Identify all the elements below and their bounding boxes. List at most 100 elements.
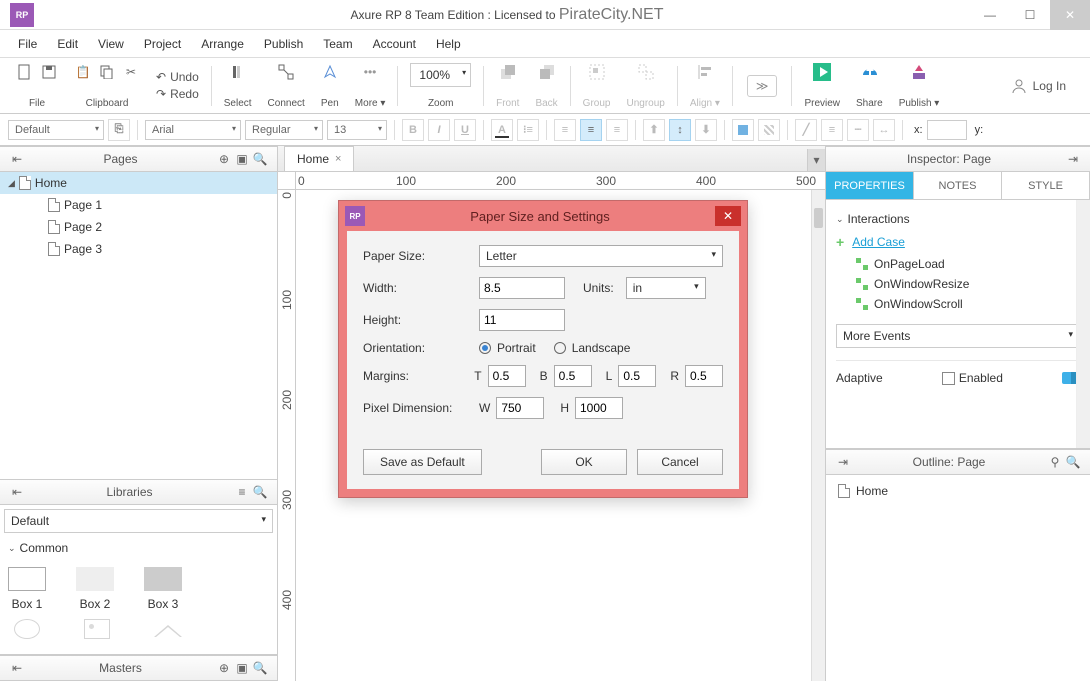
units-select[interactable]: in <box>626 277 706 299</box>
menu-project[interactable]: Project <box>136 33 189 55</box>
menu-account[interactable]: Account <box>365 33 424 55</box>
add-case-button[interactable]: +Add Case <box>836 230 1080 254</box>
close-button[interactable]: ✕ <box>1050 0 1090 30</box>
line-width-button[interactable]: ≡ <box>821 119 843 141</box>
login-button[interactable]: Log In <box>995 78 1082 94</box>
redo-button[interactable]: ↷Redo <box>156 87 199 101</box>
pen-tool-icon[interactable] <box>321 63 339 81</box>
canvas-vscrollbar[interactable] <box>811 190 825 681</box>
text-color-button[interactable]: A <box>491 119 513 141</box>
menu-view[interactable]: View <box>90 33 132 55</box>
right-collapse-icon[interactable]: ⇥ <box>1064 150 1082 168</box>
connect-tool-icon[interactable] <box>277 63 295 81</box>
cut-icon[interactable]: ✂ <box>122 63 140 81</box>
search-pages-icon[interactable]: 🔍 <box>251 150 269 168</box>
zoom-select[interactable]: 100% <box>410 63 471 87</box>
dialog-close-button[interactable]: ✕ <box>715 206 741 226</box>
event-onwindowresize[interactable]: OnWindowResize <box>836 274 1080 294</box>
paper-size-select[interactable]: Letter <box>479 245 723 267</box>
arrow-button[interactable]: ↔ <box>873 119 895 141</box>
copy-icon[interactable] <box>98 63 116 81</box>
add-master-folder-icon[interactable]: ▣ <box>233 659 251 677</box>
group-icon[interactable] <box>588 63 606 81</box>
opacity-button[interactable] <box>758 119 780 141</box>
height-input[interactable] <box>479 309 565 331</box>
align-left-button[interactable]: ≡ <box>554 119 576 141</box>
font-select[interactable]: Arial <box>145 120 241 140</box>
ungroup-icon[interactable] <box>637 63 655 81</box>
size-select[interactable]: 13 <box>327 120 387 140</box>
tab-notes[interactable]: NOTES <box>914 172 1002 199</box>
menu-publish[interactable]: Publish <box>256 33 311 55</box>
tree-item-home[interactable]: ◢ Home <box>0 172 277 194</box>
margin-l-input[interactable] <box>618 365 656 387</box>
search-masters-icon[interactable]: 🔍 <box>251 659 269 677</box>
menu-edit[interactable]: Edit <box>49 33 86 55</box>
preview-icon[interactable] <box>813 63 831 81</box>
lib-item-box2[interactable]: Box 2 <box>76 567 114 611</box>
share-icon[interactable] <box>860 63 878 81</box>
tab-home[interactable]: Home × <box>284 146 354 171</box>
ok-button[interactable]: OK <box>541 449 627 475</box>
pixel-w-input[interactable] <box>496 397 544 419</box>
toolbar-overflow-button[interactable]: ≫ <box>747 75 778 97</box>
width-input[interactable] <box>479 277 565 299</box>
enabled-checkbox[interactable] <box>942 372 955 385</box>
margin-t-input[interactable] <box>488 365 526 387</box>
align-center-button[interactable]: ≡ <box>580 119 602 141</box>
menu-file[interactable]: File <box>10 33 45 55</box>
lib-item-box3[interactable]: Box 3 <box>144 567 182 611</box>
minimize-button[interactable]: — <box>970 0 1010 30</box>
tab-properties[interactable]: PROPERTIES <box>826 172 914 199</box>
search-libraries-icon[interactable]: 🔍 <box>251 483 269 501</box>
valign-bottom-button[interactable]: ⬇ <box>695 119 717 141</box>
lib-item-ellipse[interactable] <box>14 619 40 639</box>
front-icon[interactable] <box>499 63 517 81</box>
filter-outline-icon[interactable]: ⚲ <box>1046 453 1064 471</box>
right-collapse-icon[interactable]: ⇥ <box>834 453 852 471</box>
additional-text-button[interactable]: ⁝≡ <box>517 119 539 141</box>
menu-team[interactable]: Team <box>315 33 360 55</box>
select-tool-icon[interactable] <box>229 63 247 81</box>
left-collapse-icon[interactable]: ⇤ <box>8 659 26 677</box>
valign-top-button[interactable]: ⬆ <box>643 119 665 141</box>
library-select[interactable]: Default <box>4 509 273 533</box>
tree-item-page3[interactable]: Page 3 <box>0 238 277 260</box>
undo-button[interactable]: ↶Undo <box>156 70 199 84</box>
event-onpageload[interactable]: OnPageLoad <box>836 254 1080 274</box>
save-default-button[interactable]: Save as Default <box>363 449 482 475</box>
menu-help[interactable]: Help <box>428 33 469 55</box>
valign-middle-button[interactable]: ↕ <box>669 119 691 141</box>
margin-r-input[interactable] <box>685 365 723 387</box>
tree-item-page1[interactable]: Page 1 <box>0 194 277 216</box>
line-style-button[interactable]: ┄ <box>847 119 869 141</box>
style-select[interactable]: Default <box>8 120 104 140</box>
library-menu-icon[interactable]: ≡ <box>233 483 251 501</box>
weight-select[interactable]: Regular <box>245 120 323 140</box>
pixel-h-input[interactable] <box>575 397 623 419</box>
tab-dropdown-icon[interactable]: ▾ <box>807 149 825 171</box>
tab-style[interactable]: STYLE <box>1002 172 1090 199</box>
align-right-button[interactable]: ≡ <box>606 119 628 141</box>
line-tool-button[interactable]: ╱ <box>795 119 817 141</box>
fill-color-button[interactable] <box>732 119 754 141</box>
interactions-section[interactable]: ⌄Interactions <box>836 208 1080 230</box>
lib-item-placeholder[interactable] <box>154 619 182 637</box>
search-outline-icon[interactable]: 🔍 <box>1064 453 1082 471</box>
underline-button[interactable]: U <box>454 119 476 141</box>
lib-item-box1[interactable]: Box 1 <box>8 567 46 611</box>
style-paint-icon[interactable]: ⎘ <box>108 119 130 141</box>
new-file-icon[interactable] <box>16 63 34 81</box>
more-events-select[interactable]: More Events <box>836 324 1080 348</box>
outline-item-home[interactable]: Home <box>832 481 1084 501</box>
save-icon[interactable] <box>40 63 58 81</box>
cancel-button[interactable]: Cancel <box>637 449 723 475</box>
align-icon[interactable] <box>696 63 714 81</box>
inspector-scrollbar[interactable] <box>1076 200 1090 448</box>
paste-icon[interactable]: 📋 <box>74 63 92 81</box>
menu-arrange[interactable]: Arrange <box>193 33 252 55</box>
add-page-icon[interactable]: ⊕ <box>215 150 233 168</box>
publish-icon[interactable] <box>910 63 928 81</box>
maximize-button[interactable]: ☐ <box>1010 0 1050 30</box>
library-section-common[interactable]: ⌄Common <box>0 537 277 559</box>
